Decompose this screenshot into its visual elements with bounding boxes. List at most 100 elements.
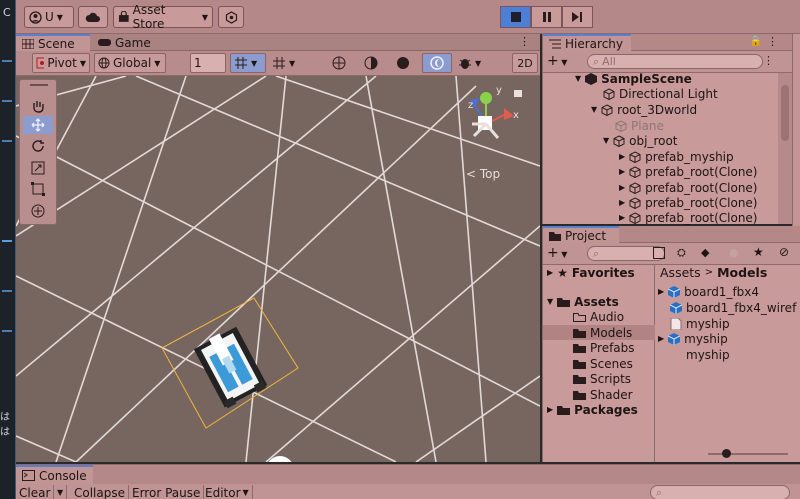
filter-type-icon[interactable]: ⛭ [677,246,686,260]
hierarchy-item-prefab[interactable]: ▶ prefab_myship [619,149,800,164]
filter-label-icon[interactable]: ◆ [701,246,709,259]
hierarchy-search[interactable]: ⌕ All [587,54,763,69]
folder-label: Assets [574,294,619,309]
filter-log-icon[interactable]: ● [729,246,739,259]
grid-snap-toggle[interactable]: ▼ [230,53,266,73]
cloud-button[interactable] [78,6,108,28]
globe-icon [98,57,110,69]
icon-size-slider[interactable] [708,449,788,458]
mode-2d-toggle[interactable]: 2D [512,53,538,73]
hierarchy-item-scene[interactable]: ▼ SampleScene ⋮ [575,71,800,86]
folder-prefabs[interactable]: Prefabs [573,340,635,355]
breadcrumb-root[interactable]: Assets [660,265,701,280]
hierarchy-item-world[interactable]: ▼ root_3Dworld [591,102,800,117]
unity-scene-icon [585,72,598,85]
search-scope-icon[interactable] [653,247,665,259]
play-button[interactable] [500,6,531,28]
hierarchy-scrollbar-thumb[interactable] [781,85,789,141]
ship-model[interactable] [193,325,268,409]
strip-mark [2,240,12,242]
hierarchy-item-prefab[interactable]: ▶ prefab_root(Clone) [619,195,800,210]
asset-store-button[interactable]: Asset Store ▼ [113,3,213,31]
lighting-toggle[interactable] [396,53,416,73]
hierarchy-item-plane[interactable]: Plane [615,118,800,133]
chevron-right-icon: > [704,267,714,278]
tab-project[interactable]: Project [543,226,619,243]
hierarchy-item-light[interactable]: Directional Light [603,86,800,101]
lock-icon[interactable]: 🔒 [750,36,762,47]
gizmos-dropdown[interactable]: ▼ [458,53,490,73]
rect-transform-icon [31,182,45,196]
file-item-material[interactable]: myship [670,316,730,331]
panel-menu-icon[interactable]: ⋮ [519,35,530,48]
skybox-toggle[interactable] [422,53,452,73]
folder-assets[interactable]: ▼ Assets [547,294,619,309]
transform-tool[interactable] [23,202,53,220]
hierarchy-item-obj-root[interactable]: ▼ obj_root [603,133,800,148]
scale-tool[interactable] [23,159,53,177]
hierarchy-item-prefab[interactable]: ▶ prefab_root(Clone) [619,210,800,225]
shaded-mode-button[interactable] [364,53,384,73]
create-asset-button[interactable]: + ▼ [547,245,567,261]
hierarchy-panel: Hierarchy 🔒 ⋮ + ▼ ⌕ All ⋮ ▼ SampleScene … [542,34,795,225]
tab-console[interactable]: Console [16,465,93,484]
icon-size-slider-thumb[interactable] [722,449,731,458]
hierarchy-item-prefab[interactable]: ▶ prefab_root(Clone) [619,164,800,179]
file-item-model[interactable]: board1_fbx4_wiref [670,300,796,315]
tab-hierarchy[interactable]: Hierarchy [543,34,631,51]
toolbox-drag-handle[interactable] [30,84,48,86]
console-search[interactable]: ⌕ [650,485,790,499]
folder-shader[interactable]: Shader [573,387,633,402]
folder-packages[interactable]: ▶ Packages [547,402,638,417]
grid-snap-icon [235,57,247,69]
list-icon [549,39,561,48]
star-icon[interactable]: ★ [753,245,764,259]
editor-dropdown[interactable]: Editor ▼ [202,485,253,499]
gameobject-cube-icon [629,211,641,224]
package-button[interactable] [218,6,244,28]
folder-favorites[interactable]: ▶ ★ Favorites [547,265,635,280]
model-cube-icon [668,332,681,345]
chevron-down-icon: ▼ [242,488,249,497]
hierarchy-item-label: prefab_root(Clone) [645,180,758,195]
grid-size-input[interactable]: 1 [190,53,226,73]
clear-options-dropdown[interactable]: ▼ [54,485,68,499]
folder-audio[interactable]: Audio [573,309,624,324]
rect-tool[interactable] [23,180,53,198]
file-item-texture[interactable]: myship [686,347,730,362]
collapse-label: Collapse [74,485,125,499]
orientation-gizmo[interactable] [470,92,514,139]
tab-hierarchy-label: Hierarchy [565,36,624,51]
increment-snap-toggle[interactable]: ▼ [272,53,308,73]
rotate-tool[interactable] [23,137,53,155]
strip-mark [2,330,12,332]
visibility-icon[interactable]: ⊘ [779,245,789,259]
breadcrumb-current[interactable]: Models [717,265,767,280]
folder-models[interactable]: Models [543,325,655,340]
collapse-toggle[interactable]: Collapse [71,485,129,499]
hierarchy-scrollbar[interactable] [778,73,792,224]
tab-scene[interactable]: Scene [16,34,90,51]
move-tool[interactable] [23,116,53,134]
clear-button[interactable]: Clear [16,485,55,499]
create-button[interactable]: + ▼ [547,53,567,69]
tab-game[interactable]: Game [92,34,162,51]
pause-button[interactable] [531,6,562,28]
error-pause-toggle[interactable]: Error Pause [129,485,205,499]
model-cube-icon [668,285,681,298]
hand-tool[interactable] [23,97,53,115]
file-item-model[interactable]: ▶ myship [658,331,728,346]
hierarchy-item-prefab[interactable]: ▶ prefab_root(Clone) [619,180,800,195]
folder-scenes[interactable]: Scenes [573,356,633,371]
scene-viewport[interactable]: y z x < Top [16,76,540,462]
gizmo-lock-icon[interactable] [514,90,522,97]
more-options-icon[interactable]: ⋮ [763,54,774,67]
pivot-dropdown[interactable]: Pivot ▼ [32,53,90,73]
draw-mode-button[interactable] [332,53,352,73]
global-dropdown[interactable]: Global ▼ [94,53,166,73]
file-item-model[interactable]: ▶ board1_fbx4 [658,284,759,299]
folder-scripts[interactable]: Scripts [573,371,631,386]
account-button[interactable]: U ▼ [24,6,74,28]
step-button[interactable] [562,6,593,28]
panel-menu-icon[interactable]: ⋮ [767,35,778,48]
